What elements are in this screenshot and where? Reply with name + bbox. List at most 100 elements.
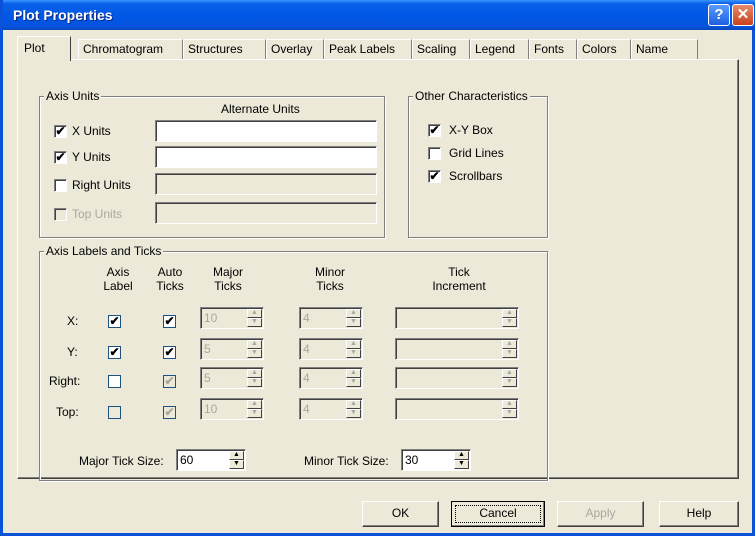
x-minor-ticks-spinner[interactable]: 4 ▲ ▼: [299, 307, 363, 329]
spin-up-icon[interactable]: ▲: [346, 369, 361, 378]
y-axis-label-checkbox[interactable]: ✔: [108, 346, 121, 359]
x-minor-ticks-value: 4: [303, 311, 310, 325]
right-major-ticks-value: 5: [204, 371, 211, 385]
tab-legend[interactable]: Legend: [470, 39, 529, 59]
spin-down-icon[interactable]: ▼: [346, 318, 361, 327]
spin-down-icon[interactable]: ▼: [346, 378, 361, 387]
tab-structures[interactable]: Structures: [183, 39, 266, 59]
tab-plot[interactable]: Plot: [17, 36, 71, 61]
top-units-checkbox[interactable]: [54, 208, 67, 221]
spin-up-icon[interactable]: ▲: [247, 340, 262, 349]
spin-up-icon[interactable]: ▲: [247, 400, 262, 409]
grid-lines-checkbox[interactable]: [428, 147, 441, 160]
spin-up-icon[interactable]: ▲: [502, 400, 517, 409]
right-axis-label-checkbox[interactable]: [108, 375, 121, 388]
spin-down-icon[interactable]: ▼: [229, 460, 244, 469]
spin-down-icon[interactable]: ▼: [346, 349, 361, 358]
spin-down-icon[interactable]: ▼: [502, 349, 517, 358]
minor-tick-size-value: 30: [405, 453, 419, 467]
x-major-ticks-spinner[interactable]: 10 ▲ ▼: [200, 307, 264, 329]
top-tick-increment-spinner[interactable]: ▲ ▼: [395, 398, 519, 420]
tab-fonts[interactable]: Fonts: [529, 39, 577, 59]
top-minor-ticks-spinner[interactable]: 4 ▲ ▼: [299, 398, 363, 420]
y-major-ticks-spinner[interactable]: 5 ▲ ▼: [200, 338, 264, 360]
x-units-label: X Units: [72, 124, 111, 138]
spin-up-icon[interactable]: ▲: [346, 340, 361, 349]
tab-name[interactable]: Name: [631, 39, 698, 59]
top-major-ticks-spinner[interactable]: 10 ▲ ▼: [200, 398, 264, 420]
row-x-label: X:: [67, 314, 79, 328]
title-bar[interactable]: Plot Properties ? ✕: [3, 0, 755, 30]
minor-tick-size-spinner[interactable]: 30 ▲ ▼: [401, 449, 471, 471]
top-minor-ticks-value: 4: [303, 402, 310, 416]
cancel-button[interactable]: Cancel: [451, 501, 545, 527]
xy-box-checkbox[interactable]: ✔: [428, 124, 441, 137]
x-units-checkbox[interactable]: ✔: [54, 125, 67, 138]
ok-button[interactable]: OK: [362, 501, 439, 527]
right-major-ticks-spinner[interactable]: 5 ▲ ▼: [200, 367, 264, 389]
top-axis-label-checkbox[interactable]: [108, 406, 121, 419]
spin-down-icon[interactable]: ▼: [247, 349, 262, 358]
apply-button[interactable]: Apply: [557, 501, 644, 527]
y-units-checkbox[interactable]: ✔: [54, 151, 67, 164]
spin-down-icon[interactable]: ▼: [502, 409, 517, 418]
y-minor-ticks-spinner[interactable]: 4 ▲ ▼: [299, 338, 363, 360]
y-units-label: Y Units: [72, 150, 111, 164]
help-button[interactable]: Help: [659, 501, 739, 527]
top-major-ticks-value: 10: [204, 402, 218, 416]
tab-scaling[interactable]: Scaling: [412, 39, 470, 59]
tab-peak-labels[interactable]: Peak Labels: [324, 39, 412, 59]
x-tick-increment-spinner[interactable]: ▲ ▼: [395, 307, 519, 329]
top-units-field[interactable]: [155, 202, 377, 224]
scrollbars-label: Scrollbars: [449, 169, 503, 183]
y-tick-increment-spinner[interactable]: ▲ ▼: [395, 338, 519, 360]
spin-up-icon[interactable]: ▲: [502, 309, 517, 318]
scrollbars-checkbox[interactable]: ✔: [428, 170, 441, 183]
right-units-checkbox[interactable]: [54, 179, 67, 192]
check-mark-icon: ✔: [429, 123, 440, 137]
spin-up-icon[interactable]: ▲: [346, 309, 361, 318]
spin-down-icon[interactable]: ▼: [346, 409, 361, 418]
y-auto-ticks-checkbox[interactable]: ✔: [163, 346, 176, 359]
right-units-field[interactable]: [155, 173, 377, 195]
spin-up-icon[interactable]: ▲: [454, 451, 469, 460]
check-mark-icon: ✔: [55, 150, 66, 164]
xy-box-label: X-Y Box: [449, 123, 493, 137]
spin-down-icon[interactable]: ▼: [247, 409, 262, 418]
close-icon[interactable]: ✕: [732, 4, 754, 26]
major-tick-size-value: 60: [180, 453, 194, 467]
spin-down-icon[interactable]: ▼: [502, 318, 517, 327]
spin-up-icon[interactable]: ▲: [502, 340, 517, 349]
spin-down-icon[interactable]: ▼: [247, 378, 262, 387]
right-units-label: Right Units: [72, 178, 131, 192]
major-tick-size-label: Major Tick Size:: [79, 454, 164, 468]
tab-overlay[interactable]: Overlay: [266, 39, 324, 59]
help-icon[interactable]: ?: [708, 4, 730, 26]
right-auto-ticks-checkbox[interactable]: ✔: [163, 375, 176, 388]
spin-up-icon[interactable]: ▲: [229, 451, 244, 460]
x-axis-label-checkbox[interactable]: ✔: [108, 315, 121, 328]
grid-lines-label: Grid Lines: [449, 146, 504, 160]
other-characteristics-group: Other Characteristics: [408, 89, 548, 238]
spin-down-icon[interactable]: ▼: [247, 318, 262, 327]
spin-down-icon[interactable]: ▼: [502, 378, 517, 387]
spin-up-icon[interactable]: ▲: [502, 369, 517, 378]
check-mark-icon: ✔: [55, 124, 66, 138]
top-units-label: Top Units: [72, 207, 123, 221]
major-tick-size-spinner[interactable]: 60 ▲ ▼: [176, 449, 246, 471]
right-minor-ticks-spinner[interactable]: 4 ▲ ▼: [299, 367, 363, 389]
spin-down-icon[interactable]: ▼: [454, 460, 469, 469]
top-auto-ticks-checkbox[interactable]: ✔: [163, 406, 176, 419]
spin-up-icon[interactable]: ▲: [247, 369, 262, 378]
tab-colors[interactable]: Colors: [577, 39, 631, 59]
row-y-label: Y:: [67, 345, 78, 359]
spin-up-icon[interactable]: ▲: [346, 400, 361, 409]
x-auto-ticks-checkbox[interactable]: ✔: [163, 315, 176, 328]
x-units-field[interactable]: [155, 120, 377, 142]
y-units-field[interactable]: [155, 146, 377, 168]
tab-chromatogram[interactable]: Chromatogram: [78, 39, 183, 59]
spin-up-icon[interactable]: ▲: [247, 309, 262, 318]
right-tick-increment-spinner[interactable]: ▲ ▼: [395, 367, 519, 389]
x-major-ticks-value: 10: [204, 311, 218, 325]
check-mark-icon: ✔: [164, 314, 175, 328]
